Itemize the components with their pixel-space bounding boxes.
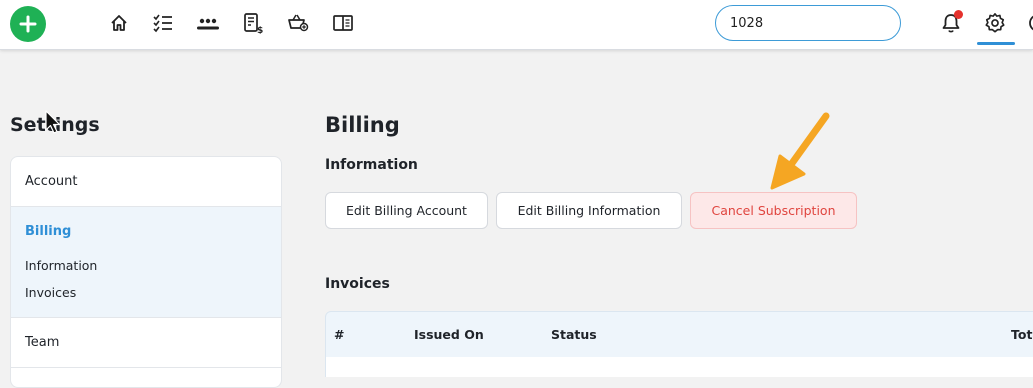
notification-badge bbox=[954, 10, 963, 19]
active-tab-indicator bbox=[977, 42, 1015, 45]
svg-text:$: $ bbox=[257, 26, 263, 34]
plus-icon bbox=[19, 15, 37, 33]
sidebar-billing-group: Billing Information Invoices bbox=[11, 207, 281, 318]
gear-icon[interactable] bbox=[984, 12, 1006, 34]
book-icon[interactable] bbox=[332, 12, 354, 34]
checklist-icon[interactable] bbox=[152, 12, 174, 34]
column-header-issued-on[interactable]: Issued On bbox=[414, 327, 484, 342]
invoice-icon[interactable]: $ bbox=[242, 12, 264, 34]
settings-sidebar: Account Billing Information Invoices Tea… bbox=[10, 156, 282, 388]
search-input[interactable] bbox=[715, 5, 901, 41]
invoices-table-body bbox=[325, 357, 1033, 377]
sidebar-item-account[interactable]: Account bbox=[11, 157, 281, 207]
team-icon[interactable] bbox=[197, 12, 219, 34]
top-navigation-bar: $ bbox=[0, 0, 1033, 50]
invoices-table-header: # Issued On Status Tota bbox=[325, 311, 1033, 359]
column-header-total[interactable]: Tota bbox=[1011, 327, 1033, 342]
edit-billing-information-button[interactable]: Edit Billing Information bbox=[496, 192, 682, 229]
home-icon[interactable] bbox=[108, 12, 130, 34]
user-icon[interactable] bbox=[1027, 12, 1033, 34]
mouse-cursor-icon bbox=[45, 110, 61, 134]
column-header-status[interactable]: Status bbox=[551, 327, 597, 342]
information-section-title: Information bbox=[325, 157, 418, 173]
annotation-arrow-icon bbox=[770, 112, 830, 190]
edit-billing-account-button[interactable]: Edit Billing Account bbox=[325, 192, 488, 229]
column-header-number[interactable]: # bbox=[334, 327, 344, 342]
invoices-section-title: Invoices bbox=[325, 276, 390, 292]
sidebar-item-team[interactable]: Team bbox=[11, 318, 281, 368]
sidebar-item-billing[interactable]: Billing bbox=[25, 224, 71, 239]
add-button[interactable] bbox=[10, 6, 46, 42]
sidebar-subitem-information[interactable]: Information bbox=[25, 258, 97, 273]
sidebar-subitem-invoices[interactable]: Invoices bbox=[25, 285, 76, 300]
page-title: Billing bbox=[325, 113, 400, 137]
cancel-subscription-button[interactable]: Cancel Subscription bbox=[690, 192, 857, 229]
basket-icon[interactable] bbox=[287, 12, 309, 34]
